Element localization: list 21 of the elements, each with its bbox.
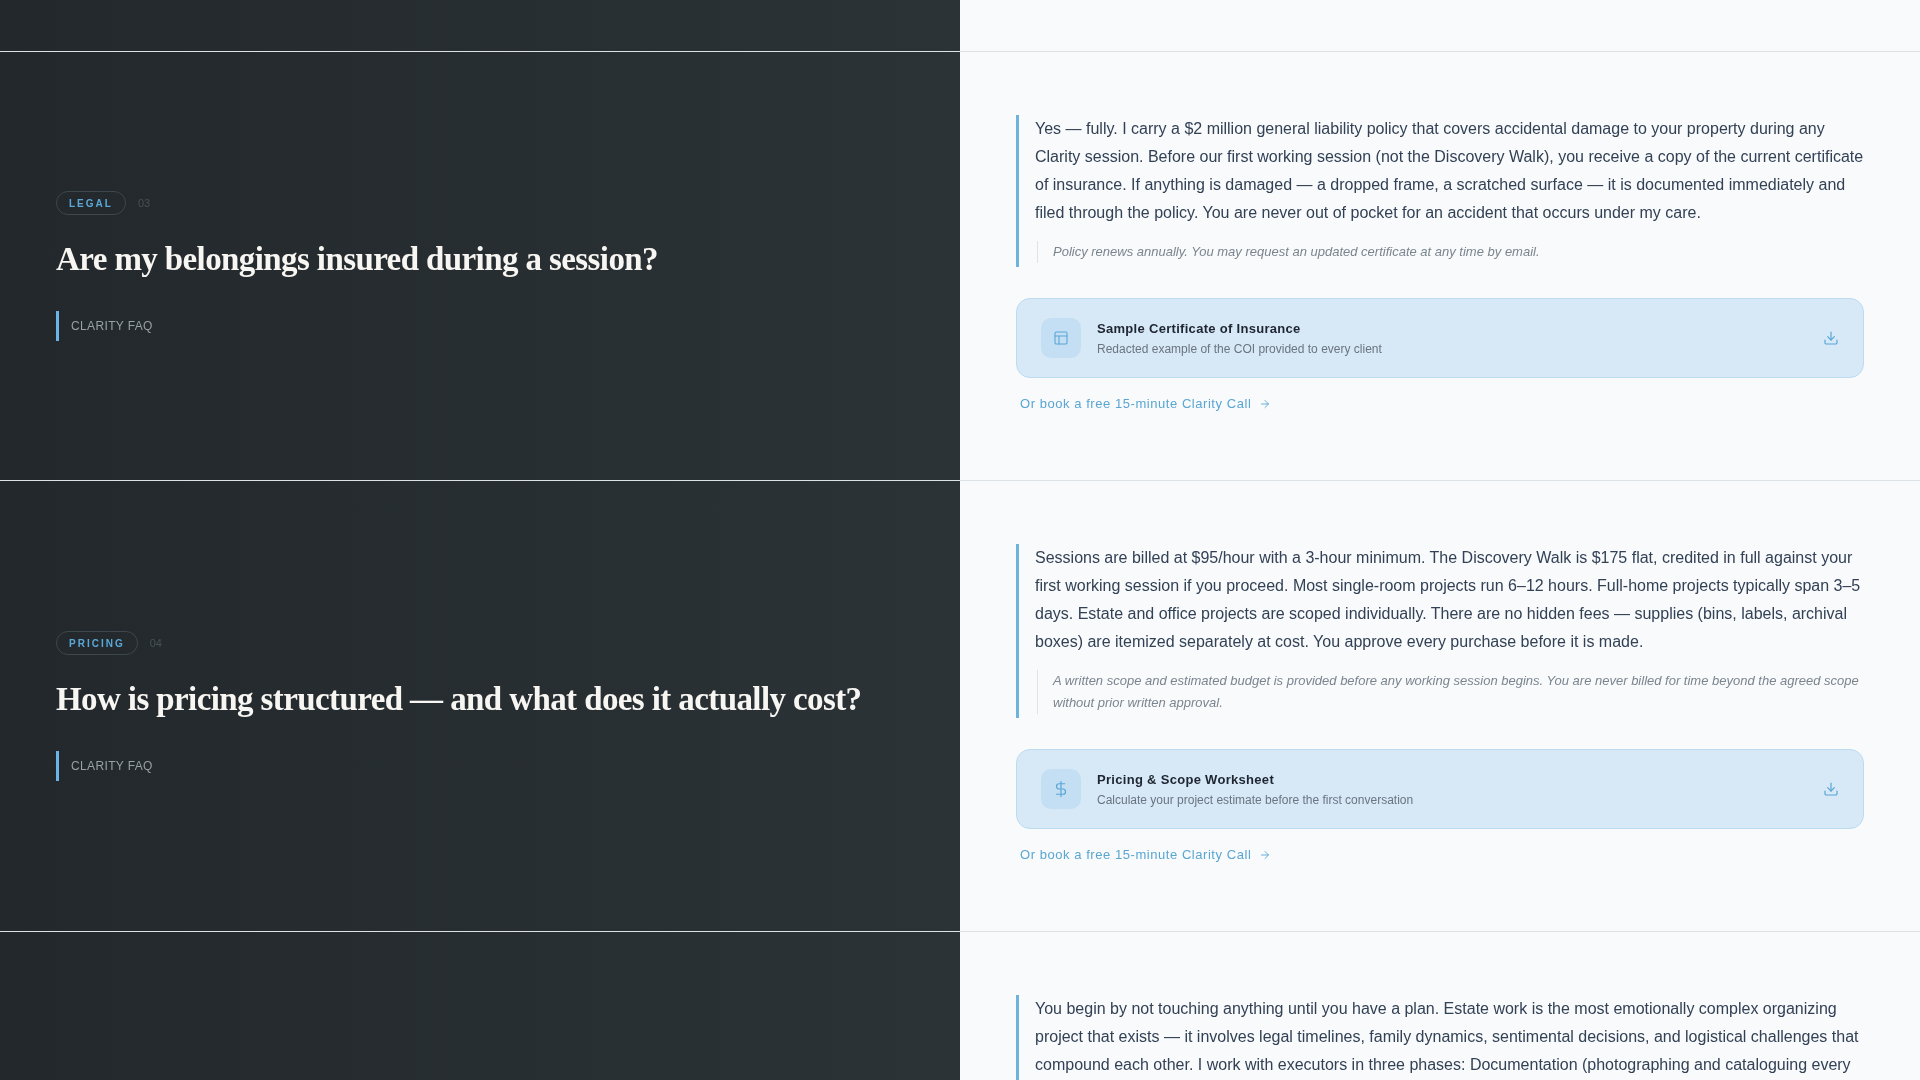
answer-text: You begin by not touching anything until you have a plan. Estate work is the most emotionally complex organizing project that exists — it involves legal timelines, family dynamics, sentimental decisions, and logistical challenges that compound each other. I work with executors in three phases: Documentation (photographing and cataloguing every [1035, 999, 1860, 1075]
download-card[interactable]: Pricing & Scope Worksheet Calculate your project estimate before the first conversation [1016, 749, 1864, 829]
source-label: CLARITY FAQ [71, 758, 154, 774]
question-title: How is pricing structured — and what does it actually cost? [56, 680, 862, 719]
resource-description: Redacted example of the COI provided to every client [1097, 340, 1383, 358]
source-label: CLARITY FAQ [71, 318, 154, 334]
download-card[interactable]: Sample Certificate of Insurance Redacted example of the COI provided to every client [1016, 298, 1864, 378]
download-icon [1823, 330, 1839, 346]
question-title: Are my belongings insured during a session? [56, 240, 658, 279]
dollar-icon [1041, 769, 1081, 809]
arrow-right-icon [1259, 398, 1272, 410]
answer-note: Policy renews annually. You may request an updated certificate at any time by email. [1053, 243, 1541, 261]
answer-text: Sessions are billed at $95/hour with a 3-hour minimum. The Discovery Walk is $175 flat, credited in full against your first working session if you proceed. Most single-room projects run 6–12 hours. Full-home projects typically span 3–5 days. Estate and office projects are scoped individually. There are no hidden fees — supplies (bins, labels, archival boxes) are itemized separately at cost. You approve every purchase before it is made. [1035, 548, 1862, 652]
download-icon [1823, 781, 1839, 797]
resource-description: Calculate your project estimate before the first conversation [1097, 791, 1415, 809]
arrow-right-icon [1259, 849, 1272, 861]
layout-icon [1041, 318, 1081, 358]
answer-note: A written scope and estimated budget is provided before any working session begins. You are never billed for time beyond the agreed scope without prior written approval. [1053, 672, 1860, 712]
resource-title: Pricing & Scope Worksheet [1097, 770, 1276, 789]
answer-text: Yes — fully. I carry a $2 million general liability policy that covers accidental damage to your property during any Clarity session. Before our first working session (not the Discovery Walk), you receive a copy of the current certificate of insurance. If anything is damaged — a dropped frame, a scratched surface — it is documented immediately and filed through the policy. You are never out of pocket for an accident that occurs under my care. [1035, 119, 1864, 223]
resource-title: Sample Certificate of Insurance [1097, 319, 1302, 338]
